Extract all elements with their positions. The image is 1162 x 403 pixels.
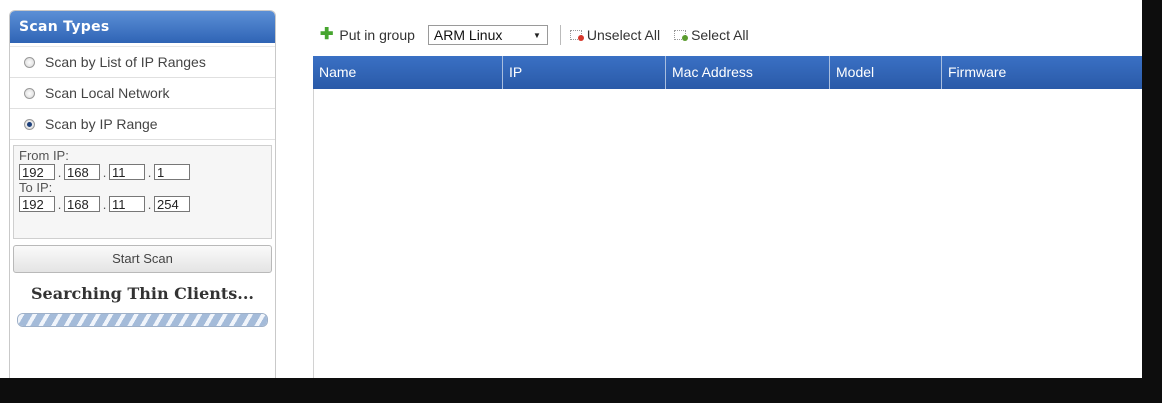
column-header-mac-address[interactable]: Mac Address: [666, 56, 830, 89]
unselect-all-label: Unselect All: [586, 27, 661, 43]
to-ip-fields: 192 . 168 . 11 . 254: [19, 196, 266, 212]
scan-option-list-of-ip-ranges[interactable]: Scan by List of IP Ranges: [10, 46, 275, 78]
scan-progress-bar: [17, 313, 268, 327]
scan-types-title: Scan Types: [10, 11, 275, 43]
select-all-button[interactable]: Select All: [674, 27, 749, 43]
ip-dot: .: [102, 164, 107, 180]
scan-types-panel: Scan Types Scan by List of IP Ranges Sca…: [9, 10, 276, 378]
radio-icon[interactable]: [24, 87, 35, 99]
from-ip-fields: 192 . 168 . 11 . 1: [19, 164, 266, 180]
scan-option-local-network[interactable]: Scan Local Network: [10, 78, 275, 109]
ip-range-box: From IP: 192 . 168 . 11 . 1 To IP: 192 .…: [13, 145, 272, 239]
select-all-label: Select All: [691, 27, 749, 43]
window-frame-bottom: [0, 378, 1162, 403]
scan-option-label: Scan Local Network: [45, 85, 170, 101]
toolbar-divider: [559, 25, 561, 45]
table-body: [313, 89, 1143, 378]
scan-progress-fill: [18, 314, 267, 326]
chevron-down-icon: ▼: [532, 30, 541, 40]
select-all-icon: [674, 30, 689, 41]
unselect-all-button[interactable]: Unselect All: [569, 27, 661, 43]
scan-option-ip-range[interactable]: Scan by IP Range: [10, 109, 275, 140]
start-scan-button[interactable]: Start Scan: [13, 245, 272, 273]
from-ip-octet-1[interactable]: 192: [19, 164, 55, 180]
column-header-model[interactable]: Model: [830, 56, 942, 89]
from-ip-octet-2[interactable]: 168: [64, 164, 100, 180]
ip-dot: .: [57, 196, 62, 212]
ip-dot: .: [102, 196, 107, 212]
scan-option-label: Scan by List of IP Ranges: [45, 54, 206, 70]
to-ip-octet-1[interactable]: 192: [19, 196, 55, 212]
put-in-group-label: Put in group: [339, 27, 415, 43]
scan-option-label: Scan by IP Range: [45, 116, 158, 132]
to-ip-octet-4[interactable]: 254: [154, 196, 190, 212]
scan-status-text: Searching Thin Clients...: [30, 284, 254, 303]
to-ip-octet-3[interactable]: 11: [109, 196, 145, 212]
device-table: Name IP Mac Address Model Firmware: [313, 56, 1143, 378]
ip-dot: .: [57, 164, 62, 180]
plus-icon: ✚: [320, 26, 334, 43]
table-header: Name IP Mac Address Model Firmware: [313, 56, 1142, 89]
radio-icon[interactable]: [24, 56, 35, 68]
column-header-firmware[interactable]: Firmware: [942, 56, 1142, 89]
column-header-name[interactable]: Name: [313, 56, 503, 89]
from-ip-octet-4[interactable]: 1: [154, 164, 190, 180]
column-header-ip[interactable]: IP: [503, 56, 666, 89]
group-select-value: ARM Linux: [433, 27, 503, 43]
from-ip-octet-3[interactable]: 11: [109, 164, 145, 180]
ip-dot: .: [147, 164, 152, 180]
radio-checked-icon[interactable]: [24, 118, 35, 130]
toolbar: ✚ Put in group ARM Linux ▼ Unselect All …: [320, 24, 749, 46]
from-ip-label: From IP:: [19, 148, 69, 163]
ip-dot: .: [147, 196, 152, 212]
unselect-all-icon: [569, 30, 584, 41]
put-in-group-button[interactable]: ✚ Put in group: [320, 26, 415, 44]
window-frame-right: [1142, 0, 1162, 403]
group-select[interactable]: ARM Linux ▼: [427, 25, 548, 45]
to-ip-label: To IP:: [19, 180, 53, 195]
to-ip-octet-2[interactable]: 168: [64, 196, 100, 212]
